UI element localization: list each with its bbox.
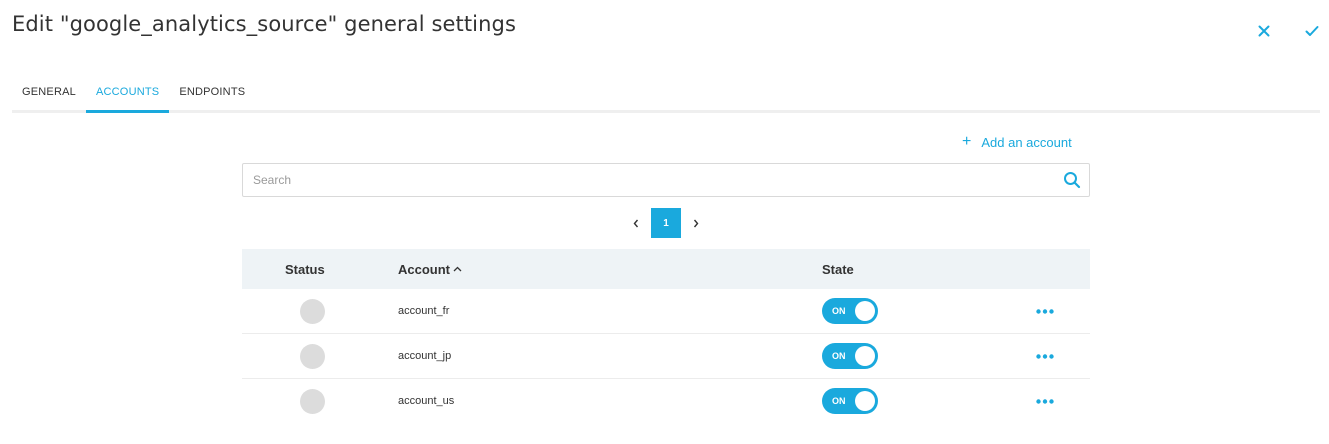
account-name: account_fr [398,305,450,317]
status-cell [300,379,325,423]
close-button[interactable] [1253,20,1275,42]
toggle-label: ON [832,306,846,316]
state-toggle[interactable]: ON [822,388,878,414]
more-options-icon [1036,398,1054,404]
row-actions-button[interactable] [1036,289,1054,333]
edit-settings-page: Edit "google_analytics_source" general s… [0,0,1329,444]
pagination: 1 [626,208,706,238]
column-header-account-label: Account [398,261,450,277]
tab-general[interactable]: GENERAL [12,74,86,110]
accounts-table: Status Account State account_fr ON accou… [242,249,1090,424]
table-row: account_fr ON [242,289,1090,334]
search-icon [1064,172,1081,189]
add-account-button[interactable]: + Add an account [962,134,1072,150]
close-icon [1258,25,1270,37]
toggle-label: ON [832,351,846,361]
plus-icon: + [962,133,972,150]
prev-page-button[interactable] [626,208,646,238]
toggle-label: ON [832,396,846,406]
state-cell: ON [822,334,878,378]
status-indicator [300,388,325,414]
settings-tabs: GENERAL ACCOUNTS ENDPOINTS [12,74,1320,113]
confirm-button[interactable] [1301,20,1323,42]
account-name: account_us [398,395,455,407]
table-header: Status Account State [242,249,1090,289]
more-options-icon [1036,308,1054,314]
add-account-label: Add an account [981,134,1072,150]
table-row: account_us ON [242,379,1090,424]
table-row: account_jp ON [242,334,1090,379]
search-box [242,163,1090,197]
next-page-button[interactable] [686,208,706,238]
toggle-knob [855,301,875,321]
more-options-icon [1036,353,1054,359]
status-cell [300,289,325,333]
column-header-state: State [822,261,854,277]
page-number-current[interactable]: 1 [651,208,681,238]
toggle-knob [855,346,875,366]
row-actions-button[interactable] [1036,334,1054,378]
check-icon [1305,26,1319,36]
column-header-account[interactable]: Account [398,249,462,289]
state-toggle[interactable]: ON [822,298,878,324]
header-actions [1253,20,1323,42]
state-cell: ON [822,379,878,423]
search-button[interactable] [1055,164,1089,196]
column-header-status: Status [285,261,325,277]
account-name: account_jp [398,350,452,362]
state-cell: ON [822,289,878,333]
chevron-right-icon [693,219,699,227]
state-toggle[interactable]: ON [822,343,878,369]
tab-endpoints[interactable]: ENDPOINTS [169,74,255,110]
tab-accounts[interactable]: ACCOUNTS [85,74,170,113]
search-input[interactable] [243,165,1055,195]
page-title: Edit "google_analytics_source" general s… [12,12,516,36]
status-indicator [300,343,325,369]
toggle-knob [855,391,875,411]
chevron-left-icon [633,219,639,227]
sort-ascending-icon [453,266,462,272]
row-actions-button[interactable] [1036,379,1054,423]
status-cell [300,334,325,378]
status-indicator [300,298,325,324]
